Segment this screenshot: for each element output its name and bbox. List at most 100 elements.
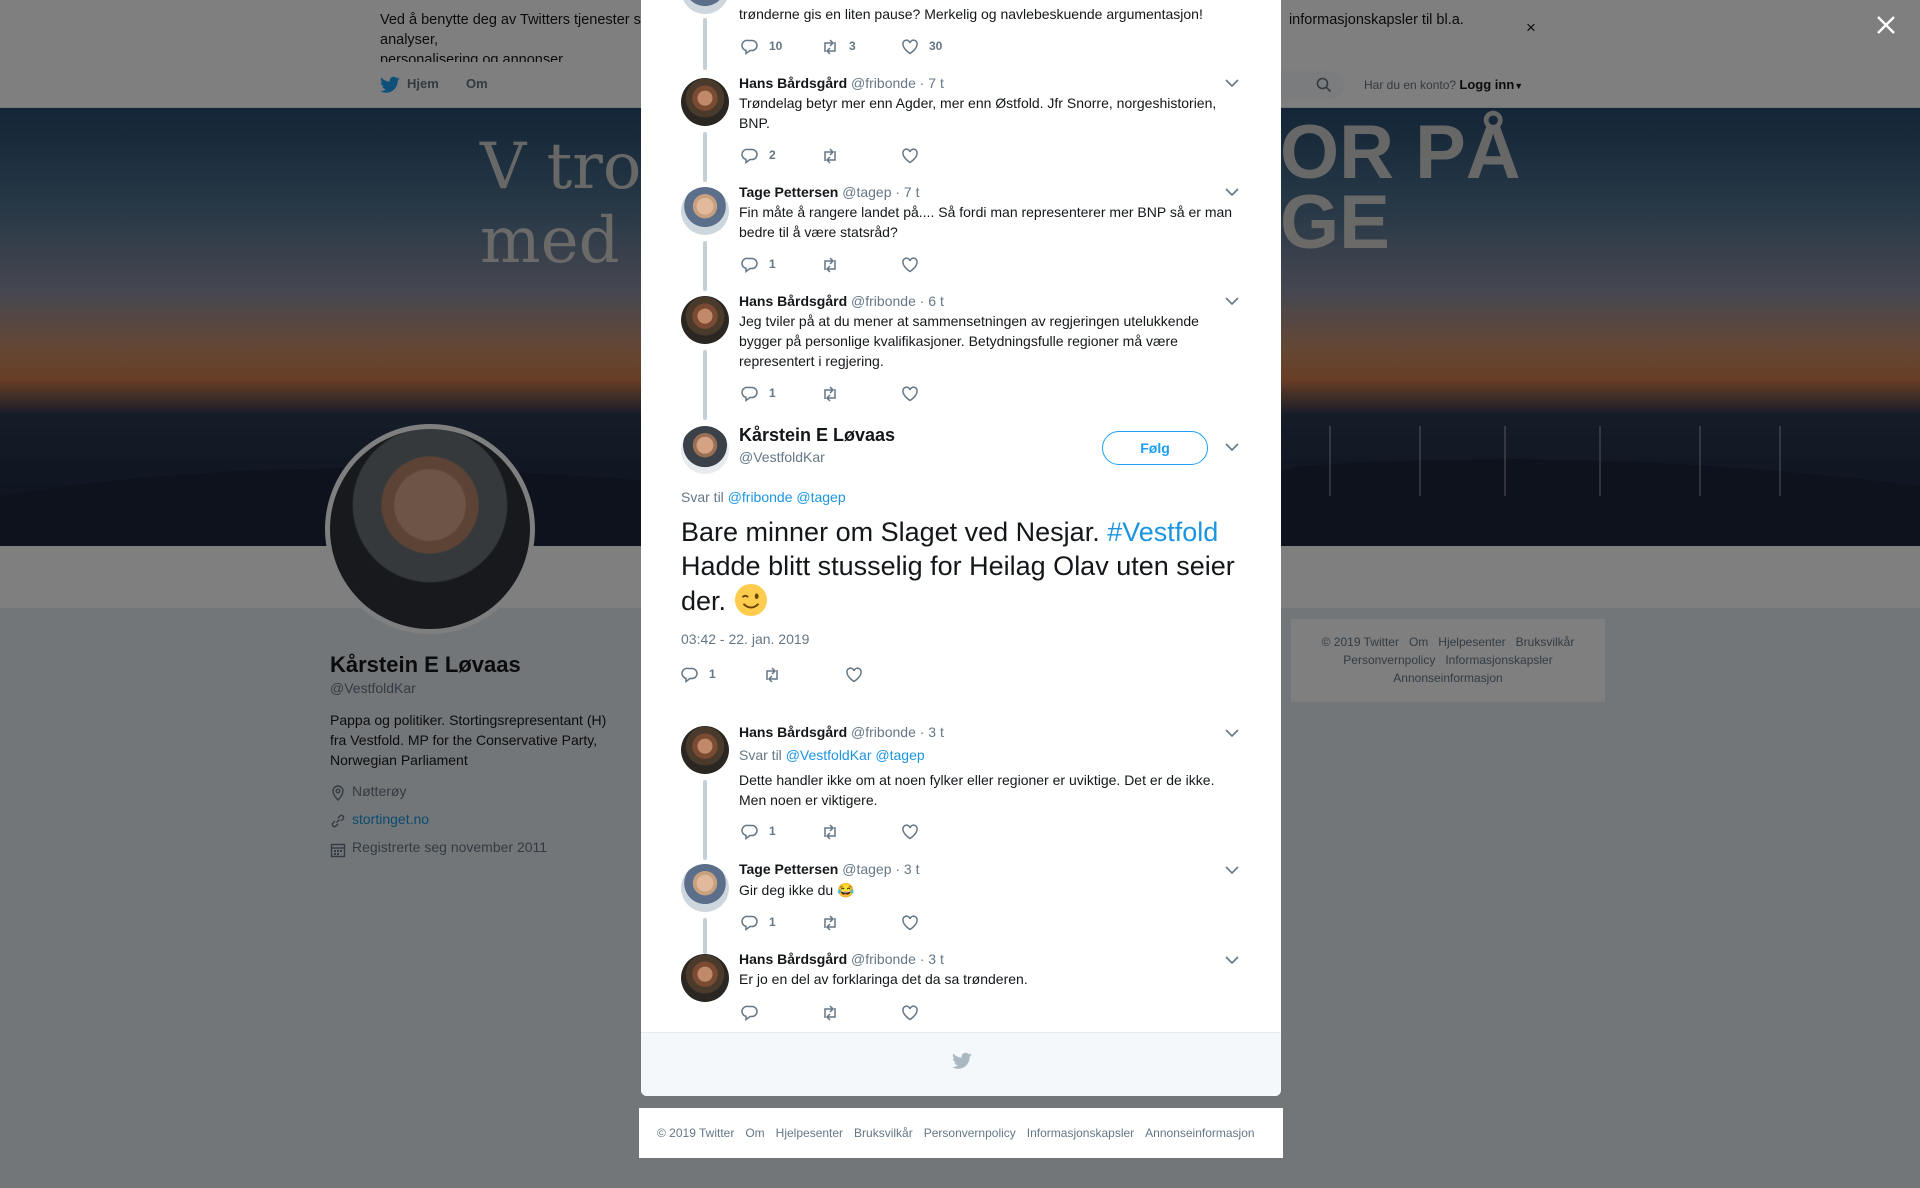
tweet-author-name[interactable]: Tage Pettersen (739, 861, 838, 877)
reply-count: 10 (769, 39, 783, 53)
reply-to-label: Svar til (739, 747, 782, 763)
tweet-header: Tage Pettersen @tagep · 7 t (739, 183, 1239, 201)
tweet-author-handle[interactable]: @fribonde (851, 293, 916, 309)
tweet-header: Tage Pettersen @tagep · 3 t (739, 860, 1239, 878)
tweet-author-handle[interactable]: @fribonde (851, 951, 916, 967)
tweet-author-name[interactable]: Hans Bårdsgård (739, 75, 847, 91)
twitter-bird-icon (952, 1052, 972, 1069)
tweet-author-name[interactable]: Hans Bårdsgård (739, 293, 847, 309)
retweet-icon (766, 667, 778, 683)
main-tweet-text-start: Bare minner om Slaget ved Nesjar. (681, 517, 1108, 547)
reply-count: 1 (769, 386, 776, 400)
tweet-author-handle[interactable]: @tagep (842, 184, 891, 200)
thread-line (703, 18, 707, 70)
tweet-text: Trøndelag betyr mer enn Agder, mer enn Ø… (739, 95, 1217, 131)
tweet-text: trønderne gis en liten pause? Merkelig o… (739, 6, 1203, 22)
avatar[interactable] (681, 954, 729, 1002)
main-tweet-timestamp[interactable]: 03:42 - 22. jan. 2019 (681, 631, 809, 647)
tweet-author-name[interactable]: Hans Bårdsgård (739, 951, 847, 967)
chevron-down-icon[interactable] (1225, 443, 1239, 452)
heart-icon (902, 257, 918, 273)
retweet-icon (824, 148, 836, 164)
tweet-text: Gir deg ikke du 😂 (739, 882, 855, 898)
heart-icon (902, 824, 918, 840)
tweet-author-name[interactable]: Hans Bårdsgård (739, 724, 847, 740)
modal-bottom-footer: © 2019 Twitter Om Hjelpesenter Bruksvilkår P… (639, 1108, 1283, 1158)
avatar[interactable] (681, 864, 729, 912)
main-tweet-actions: 1 (681, 666, 1081, 684)
tweet-header: Hans Bårdsgård @fribonde · 3 t (739, 950, 1239, 968)
heart-icon (902, 386, 918, 402)
chevron-down-icon[interactable] (1225, 297, 1239, 306)
reply-icon (681, 667, 698, 683)
reply-context: Svar til @VestfoldKar @tagep (739, 745, 1239, 765)
reply-icon (741, 386, 758, 402)
reply-icon (741, 39, 758, 55)
tweet-permalink-modal: trønderne gis en liten pause? Merkelig o… (641, 0, 1281, 1096)
avatar[interactable] (681, 78, 729, 126)
main-tweet-reply-context: Svar til @fribonde @tagep (681, 489, 846, 505)
chevron-down-icon[interactable] (1225, 866, 1239, 875)
chevron-down-icon[interactable] (1225, 188, 1239, 197)
tweet-header: Hans Bårdsgård @fribonde · 6 t (739, 292, 1239, 310)
footer-privacy[interactable]: Personvernpolicy (924, 1126, 1016, 1140)
heart-icon (902, 148, 918, 164)
close-icon[interactable] (1873, 12, 1899, 38)
tweet-actions: 10 3 30 (741, 38, 1141, 56)
retweet-icon (824, 915, 836, 931)
heart-icon (902, 1005, 918, 1021)
retweet-icon (824, 257, 836, 273)
retweet-icon (824, 386, 836, 402)
footer-ads[interactable]: Annonseinformasjon (1145, 1126, 1254, 1140)
heart-icon (902, 915, 918, 931)
avatar[interactable] (681, 296, 729, 344)
tweet-time[interactable]: · 6 t (920, 293, 944, 309)
avatar[interactable] (681, 187, 729, 235)
tweet-time[interactable]: · 7 t (895, 184, 919, 200)
footer-cookies[interactable]: Informasjonskapsler (1027, 1126, 1134, 1140)
chevron-down-icon[interactable] (1225, 956, 1239, 965)
reply-count: 1 (769, 257, 776, 271)
avatar[interactable] (681, 726, 729, 774)
tweet-author-handle[interactable]: @fribonde (851, 724, 916, 740)
tweet-author-name[interactable]: Tage Pettersen (739, 184, 838, 200)
heart-icon (846, 667, 862, 683)
tweet-text: Er jo en del av forklaringa det da sa tr… (739, 971, 1028, 987)
tweet-time[interactable]: · 3 t (895, 861, 919, 877)
reply-to-handles[interactable]: @VestfoldKar @tagep (786, 747, 925, 763)
retweet-icon (824, 1005, 836, 1021)
tweet-actions: 1 (741, 256, 1141, 274)
footer-about[interactable]: Om (745, 1126, 764, 1140)
hashtag-link[interactable]: #Vestfold (1107, 517, 1218, 547)
footer-terms[interactable]: Bruksvilkår (854, 1126, 913, 1140)
footer-help[interactable]: Hjelpesenter (776, 1126, 843, 1140)
avatar[interactable] (681, 0, 729, 14)
thread-line (703, 780, 707, 860)
main-tweet-avatar[interactable] (681, 426, 729, 474)
tweet-header: Hans Bårdsgård @fribonde · 3 t (739, 723, 1239, 741)
tweet-text: Jeg tviler på at du mener at sammensetni… (739, 313, 1199, 369)
tweet-time[interactable]: · 3 t (920, 951, 944, 967)
reply-count: 2 (769, 148, 776, 162)
reply-to-handles[interactable]: @fribonde @tagep (728, 489, 846, 505)
chevron-down-icon[interactable] (1225, 79, 1239, 88)
tweet-text: Dette handler ikke om at noen fylker ell… (739, 772, 1215, 808)
reply-icon (741, 824, 758, 840)
tweet-time[interactable]: · 3 t (920, 724, 944, 740)
reply-icon (741, 1005, 758, 1021)
tweet-actions: 1 (741, 823, 1141, 841)
tweet-time[interactable]: · 7 t (920, 75, 944, 91)
tweet-author-handle[interactable]: @fribonde (851, 75, 916, 91)
retweet-icon (824, 824, 836, 840)
main-tweet-author-name[interactable]: Kårstein E Løvaas (739, 425, 895, 446)
thread-line (703, 350, 707, 420)
main-tweet-author-handle[interactable]: @VestfoldKar (739, 449, 825, 465)
winking-face-emoji-icon (734, 583, 767, 617)
reply-count: 1 (709, 667, 716, 681)
modal-footer (641, 1032, 1281, 1096)
tweet-author-handle[interactable]: @tagep (842, 861, 891, 877)
reply-icon (741, 257, 758, 273)
follow-button[interactable]: Følg (1102, 431, 1208, 465)
tweet-header: Hans Bårdsgård @fribonde · 7 t (739, 74, 1239, 92)
chevron-down-icon[interactable] (1225, 729, 1239, 738)
